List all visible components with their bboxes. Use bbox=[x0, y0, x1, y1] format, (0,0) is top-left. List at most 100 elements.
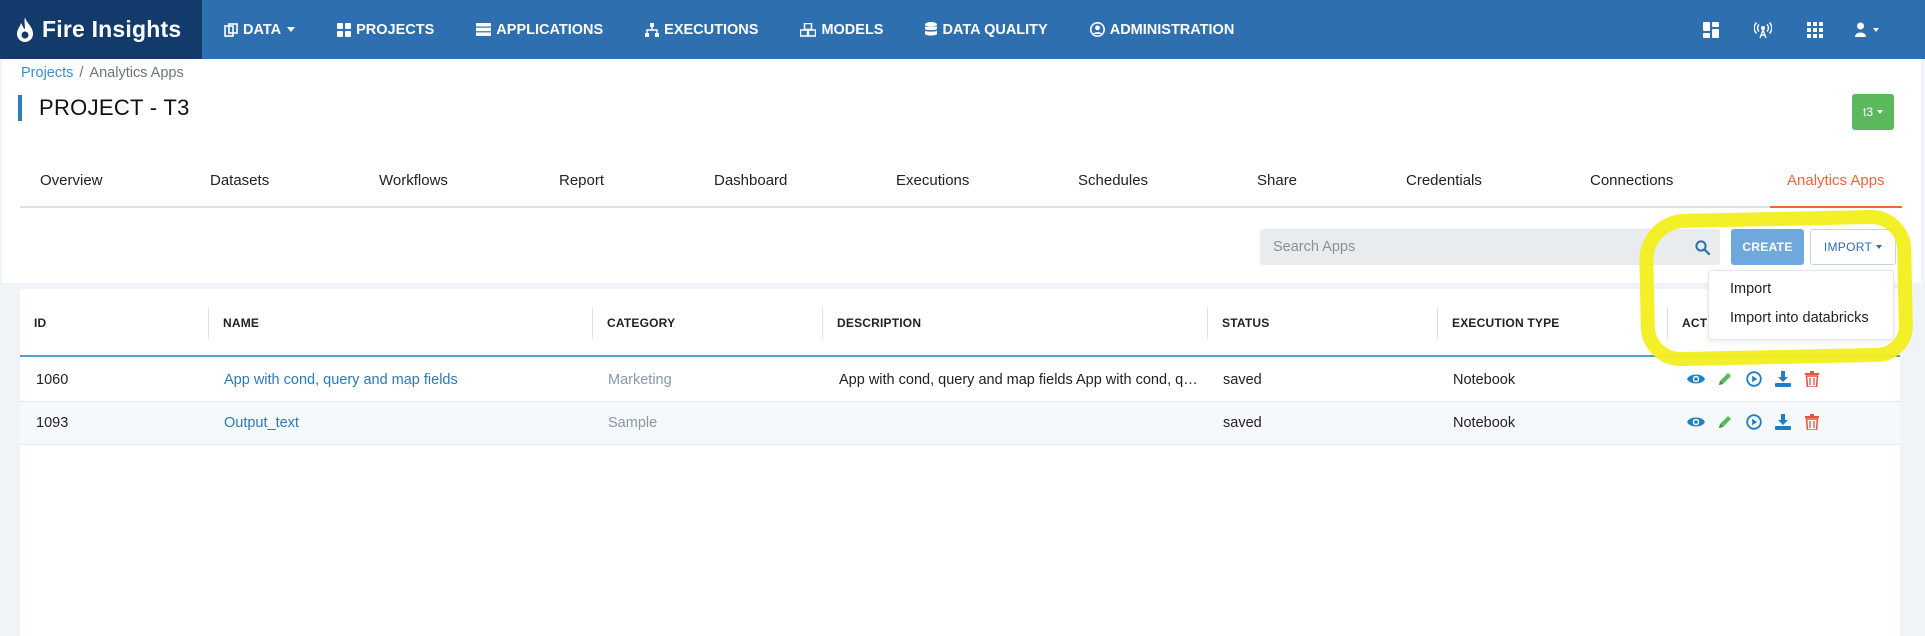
column-header-status[interactable]: STATUS bbox=[1207, 307, 1269, 339]
nav-models[interactable]: MODELS bbox=[800, 22, 883, 38]
top-navbar: Fire Insights DATA PROJECTS APPLICATIONS… bbox=[0, 0, 1925, 59]
project-tabs: Overview Datasets Workflows Report Dashb… bbox=[20, 165, 1902, 208]
tab-analytics-apps[interactable]: Analytics Apps bbox=[1770, 165, 1902, 208]
brand-logo[interactable]: Fire Insights bbox=[0, 0, 202, 59]
download-button[interactable] bbox=[1768, 414, 1797, 430]
download-icon bbox=[1774, 414, 1791, 430]
menu-item-import[interactable]: Import bbox=[1730, 281, 1771, 297]
cubes-icon bbox=[800, 22, 817, 37]
run-icon bbox=[1745, 414, 1762, 430]
breadcrumb: Projects / Analytics Apps bbox=[21, 65, 184, 81]
cell-category: Marketing bbox=[608, 372, 672, 388]
tab-schedules[interactable]: Schedules bbox=[1078, 165, 1148, 208]
run-button[interactable] bbox=[1739, 414, 1768, 430]
download-button[interactable] bbox=[1768, 371, 1797, 387]
cell-description bbox=[839, 402, 1199, 444]
table-row: 1093 Output_text Sample saved Notebook bbox=[20, 402, 1900, 445]
column-header-description[interactable]: DESCRIPTION bbox=[822, 307, 921, 339]
nav-data[interactable]: DATA bbox=[224, 21, 296, 38]
tab-report[interactable]: Report bbox=[559, 165, 604, 208]
chevron-down-icon bbox=[1876, 245, 1883, 249]
cell-description: App with cond, query and map fields App … bbox=[839, 372, 1199, 388]
dashboard-icon bbox=[1703, 21, 1719, 38]
nav-data-quality[interactable]: DATA QUALITY bbox=[925, 21, 1048, 38]
flame-icon bbox=[17, 16, 33, 42]
search-button[interactable] bbox=[1684, 239, 1720, 255]
database-icon bbox=[925, 22, 938, 36]
cell-name-link[interactable]: App with cond, query and map fields bbox=[224, 359, 584, 401]
delete-button[interactable] bbox=[1797, 371, 1826, 387]
nav-applications[interactable]: APPLICATIONS bbox=[476, 22, 603, 38]
nav-executions[interactable]: EXECUTIONS bbox=[645, 22, 758, 38]
tab-overview[interactable]: Overview bbox=[40, 165, 103, 208]
broadcast-button[interactable] bbox=[1737, 21, 1789, 39]
edit-button[interactable] bbox=[1710, 414, 1739, 430]
column-header-category[interactable]: CATEGORY bbox=[592, 307, 675, 339]
nav-projects[interactable]: PROJECTS bbox=[337, 22, 434, 38]
column-header-id[interactable]: ID bbox=[20, 307, 46, 339]
user-circle-icon bbox=[1089, 22, 1105, 37]
import-button[interactable]: IMPORT bbox=[1810, 229, 1896, 265]
nav-administration-label: ADMINISTRATION bbox=[1109, 21, 1235, 38]
create-button[interactable]: CREATE bbox=[1731, 229, 1804, 265]
cell-category: Sample bbox=[608, 415, 658, 431]
tab-connections[interactable]: Connections bbox=[1590, 165, 1673, 208]
data-icon bbox=[224, 22, 238, 37]
dashboard-button[interactable] bbox=[1685, 21, 1737, 38]
table-header: ID NAME CATEGORY DESCRIPTION STATUS EXEC… bbox=[20, 289, 1900, 357]
chevron-down-icon bbox=[1873, 27, 1879, 32]
cell-id: 1060 bbox=[36, 372, 69, 388]
view-icon bbox=[1686, 374, 1705, 384]
tab-dashboard[interactable]: Dashboard bbox=[714, 165, 787, 208]
nav-executions-label: EXECUTIONS bbox=[664, 21, 759, 38]
column-header-execution-type[interactable]: EXECUTION TYPE bbox=[1437, 307, 1559, 339]
download-icon bbox=[1774, 371, 1791, 387]
delete-icon bbox=[1804, 371, 1819, 387]
server-icon bbox=[476, 23, 492, 36]
column-header-name[interactable]: NAME bbox=[208, 307, 259, 339]
delete-icon bbox=[1804, 414, 1819, 430]
nav-administration[interactable]: ADMINISTRATION bbox=[1089, 21, 1235, 38]
apps-table: ID NAME CATEGORY DESCRIPTION STATUS EXEC… bbox=[20, 289, 1900, 636]
import-button-label: IMPORT bbox=[1823, 240, 1873, 254]
view-button[interactable] bbox=[1681, 414, 1710, 430]
apps-grid-icon bbox=[1807, 21, 1823, 38]
nav-data-quality-label: DATA QUALITY bbox=[942, 21, 1048, 38]
cell-execution-type: Notebook bbox=[1453, 415, 1516, 431]
page-title: PROJECT - T3 bbox=[18, 95, 190, 121]
nav-data-label: DATA bbox=[243, 21, 282, 38]
apps-grid-button[interactable] bbox=[1789, 21, 1841, 38]
cell-name-link[interactable]: Output_text bbox=[224, 402, 584, 444]
cell-status: saved bbox=[1223, 372, 1262, 388]
breadcrumb-separator: / bbox=[79, 65, 84, 81]
table-row: 1060 App with cond, query and map fields… bbox=[20, 359, 1900, 402]
tab-datasets[interactable]: Datasets bbox=[210, 165, 269, 208]
user-menu-button[interactable] bbox=[1841, 22, 1893, 37]
tab-share[interactable]: Share bbox=[1257, 165, 1297, 208]
run-button[interactable] bbox=[1739, 371, 1768, 387]
project-user-dropdown[interactable]: t3 bbox=[1852, 94, 1894, 130]
tab-credentials[interactable]: Credentials bbox=[1406, 165, 1482, 208]
delete-button[interactable] bbox=[1797, 414, 1826, 430]
tab-executions[interactable]: Executions bbox=[896, 165, 969, 208]
breadcrumb-current: Analytics Apps bbox=[89, 65, 184, 81]
nav-applications-label: APPLICATIONS bbox=[496, 21, 604, 38]
cell-execution-type: Notebook bbox=[1453, 372, 1516, 388]
cell-status: saved bbox=[1223, 415, 1262, 431]
cell-id: 1093 bbox=[36, 415, 69, 431]
view-button[interactable] bbox=[1681, 371, 1710, 387]
grid-icon bbox=[337, 22, 352, 37]
user-menu-icon bbox=[1855, 22, 1866, 37]
chevron-down-icon bbox=[287, 27, 296, 32]
edit-icon bbox=[1718, 416, 1731, 428]
menu-item-import-into-databricks[interactable]: Import into databricks bbox=[1730, 310, 1869, 326]
run-icon bbox=[1745, 371, 1762, 387]
breadcrumb-projects-link[interactable]: Projects bbox=[21, 65, 73, 81]
tab-workflows[interactable]: Workflows bbox=[379, 165, 448, 208]
edit-icon bbox=[1718, 373, 1731, 385]
edit-button[interactable] bbox=[1710, 371, 1739, 387]
project-user-label: t3 bbox=[1862, 105, 1873, 119]
search-bar bbox=[1260, 229, 1720, 265]
search-input[interactable] bbox=[1260, 229, 1684, 265]
nav-models-label: MODELS bbox=[821, 21, 884, 38]
